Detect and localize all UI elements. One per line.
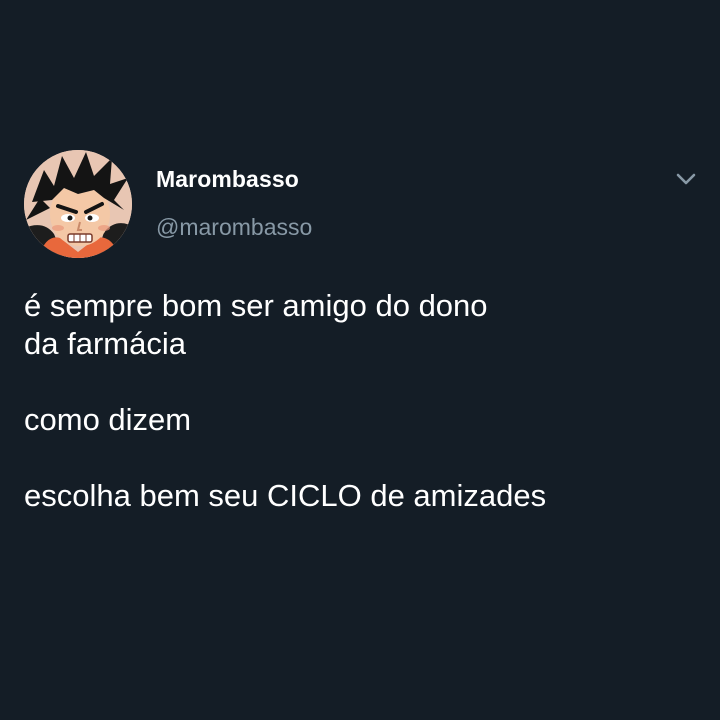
tweet-text: é sempre bom ser amigo do dono da farmác… xyxy=(24,288,547,513)
display-name[interactable]: Marombasso xyxy=(156,166,299,193)
avatar[interactable] xyxy=(24,150,132,258)
tweet-card: Marombasso @marombasso é sempre bom ser … xyxy=(0,0,720,720)
chevron-down-icon[interactable] xyxy=(672,168,700,190)
user-handle[interactable]: @marombasso xyxy=(156,214,312,241)
cartoon-face-icon xyxy=(24,150,132,258)
